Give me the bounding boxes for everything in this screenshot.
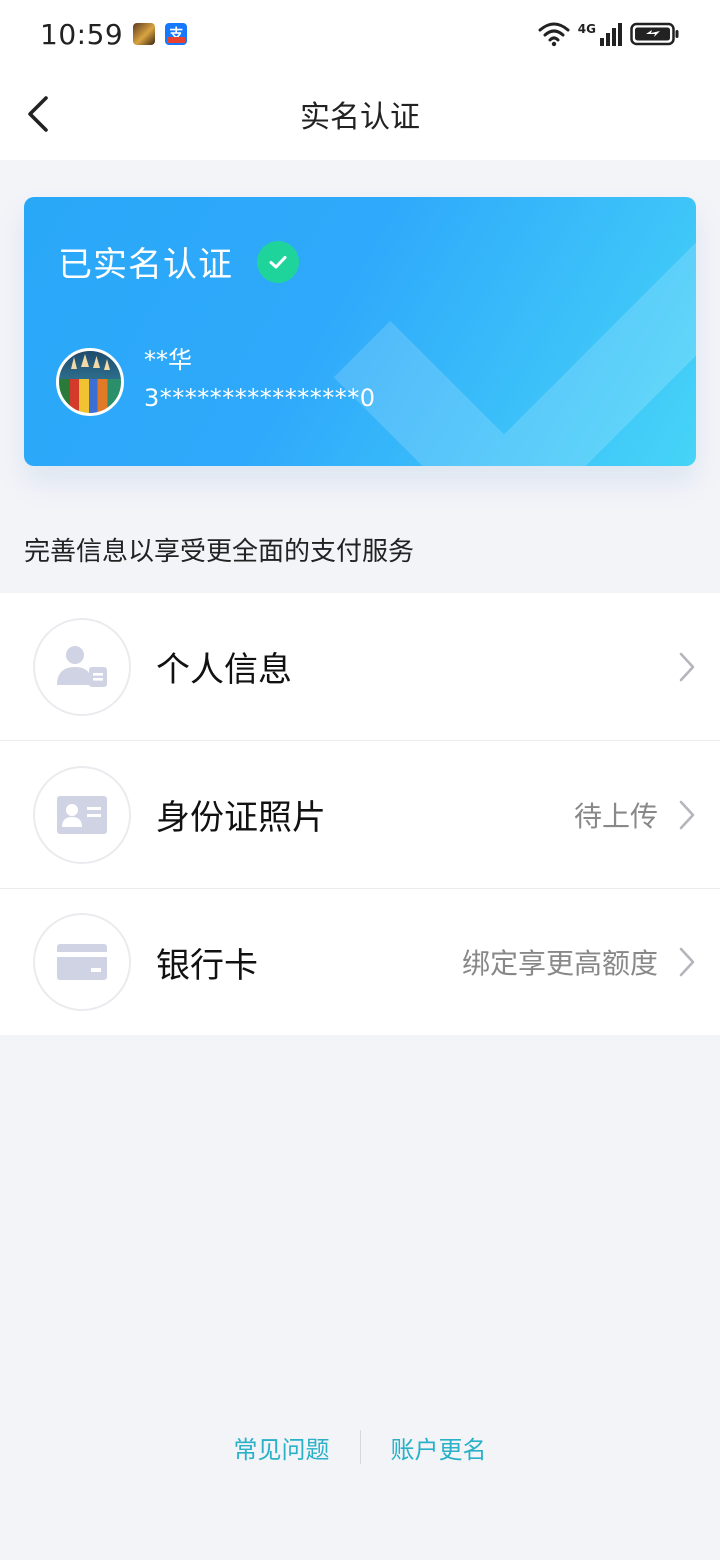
- list-item-label: 身份证照片: [156, 798, 326, 838]
- network-type: 4G: [577, 21, 596, 36]
- list-item-label: 银行卡: [156, 945, 258, 986]
- chevron-left-icon[interactable]: [24, 94, 60, 134]
- list-item-personal-info[interactable]: 个人信息: [0, 593, 720, 741]
- battery-icon: [630, 22, 679, 46]
- status-bar: 10:59 支 4G: [0, 0, 720, 68]
- list-item-label: 个人信息: [156, 650, 292, 690]
- check-circle-icon: [257, 240, 299, 283]
- alipay-app-icon: 支: [165, 23, 188, 45]
- card-title-row: 已实名认证: [58, 237, 299, 286]
- info-list: 个人信息 身份证照片 待上传 银行卡 绑定享更高额度: [0, 593, 720, 1035]
- screen: 10:59 支 4G 实名认证 已实名认证 **华 3*************…: [0, 0, 720, 1560]
- bank-card-icon: [33, 913, 131, 1011]
- footer-divider: [359, 1430, 361, 1464]
- service-hint: 完善信息以享受更全面的支付服务: [24, 537, 415, 567]
- id-card-icon: [33, 765, 131, 864]
- footer-links: 常见问题 账户更名: [0, 1430, 720, 1464]
- status-left: 10:59 支: [40, 17, 188, 51]
- list-item-status: 待上传: [573, 799, 658, 833]
- id-number: 3****************0: [144, 384, 376, 412]
- verified-card: 已实名认证 **华 3****************0: [24, 197, 696, 466]
- chevron-right-icon: [679, 800, 695, 829]
- signal-icon: 4G: [577, 21, 622, 46]
- wifi-icon: [538, 22, 570, 47]
- game-app-icon: [133, 23, 156, 45]
- list-item-id-photo[interactable]: 身份证照片 待上传: [0, 741, 720, 889]
- chevron-right-icon: [679, 947, 695, 977]
- list-item-bank-card[interactable]: 银行卡 绑定享更高额度: [0, 889, 720, 1035]
- list-item-status: 绑定享更高额度: [461, 947, 658, 980]
- faq-link[interactable]: 常见问题: [234, 1430, 330, 1465]
- nav-header: 实名认证: [0, 68, 720, 160]
- avatar: [56, 348, 124, 416]
- person-card-icon: [33, 617, 131, 716]
- status-right: 4G: [538, 21, 680, 47]
- page-title: 实名认证: [300, 100, 420, 135]
- user-name: **华: [144, 346, 192, 374]
- chevron-right-icon: [679, 652, 695, 681]
- verified-title: 已实名认证: [58, 245, 233, 285]
- account-rename-link[interactable]: 账户更名: [391, 1430, 487, 1465]
- status-time: 10:59: [40, 17, 124, 51]
